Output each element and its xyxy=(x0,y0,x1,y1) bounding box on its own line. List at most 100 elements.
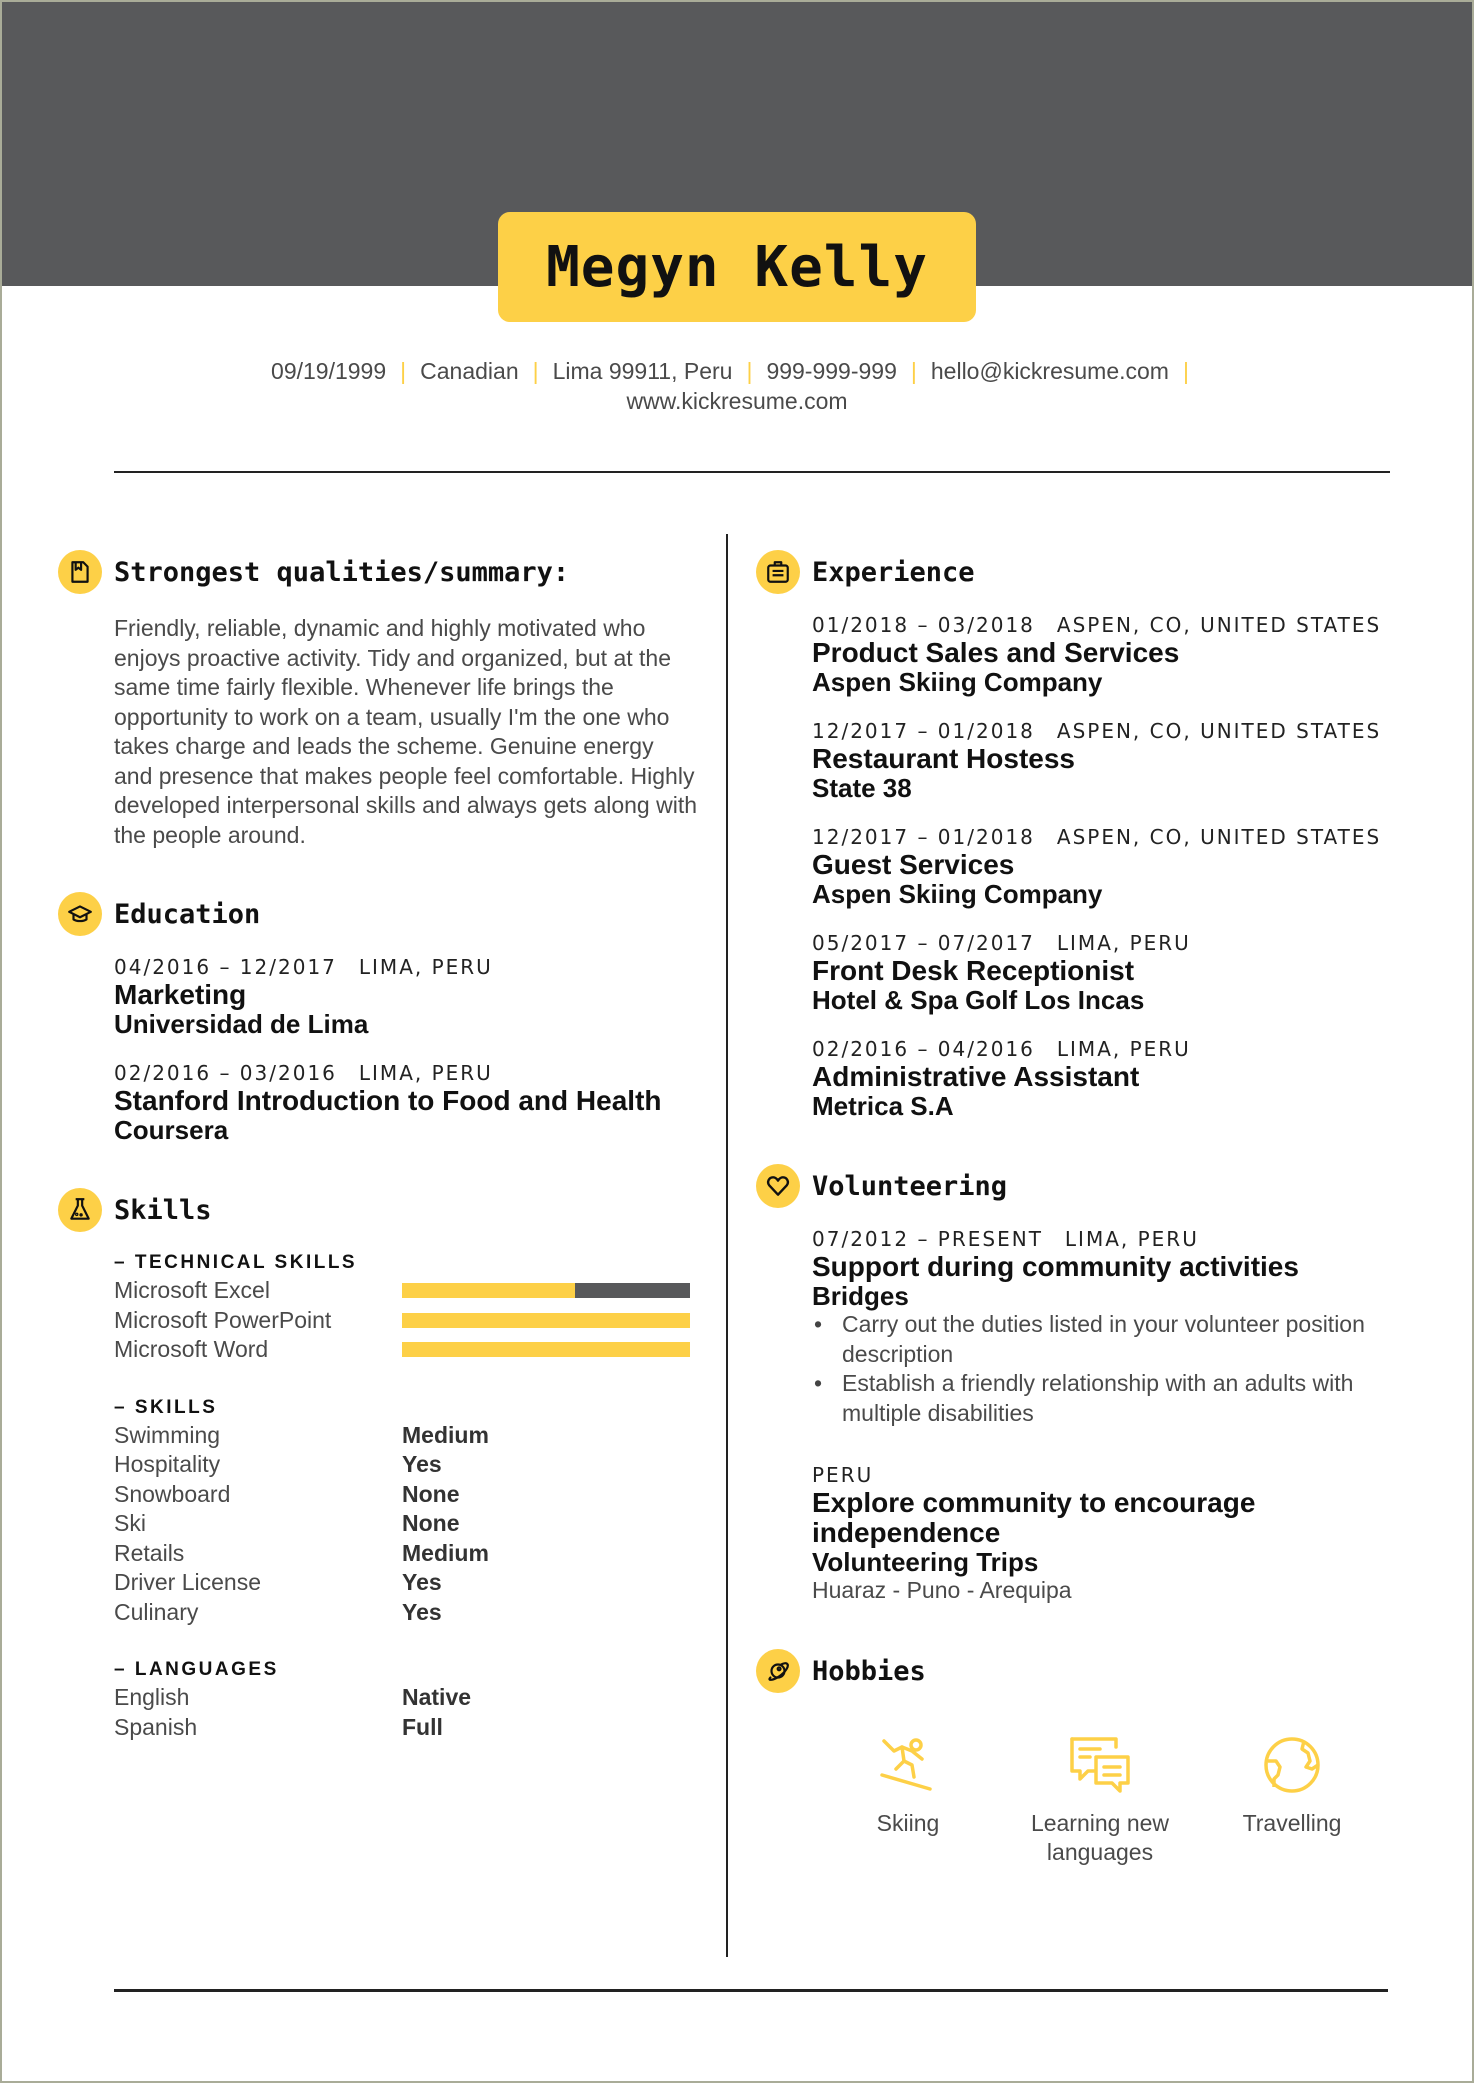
experience-entry: 12/2017 – 01/2018 ASPEN, CO, UNITED STATE… xyxy=(812,718,1396,802)
address: Lima 99911, Peru xyxy=(552,358,733,384)
divider-top xyxy=(114,471,1390,473)
phone: 999-999-999 xyxy=(766,358,897,384)
technical-skill-row: Microsoft PowerPoint xyxy=(114,1306,698,1336)
entry-meta: 05/2017 – 07/2017 LIMA, PERU xyxy=(812,930,1396,956)
skill-name: Microsoft PowerPoint xyxy=(114,1306,332,1333)
entry-dates: 04/2016 – 12/2017 xyxy=(114,955,337,979)
entry-title: Administrative Assistant xyxy=(812,1061,1140,1092)
entry-title: Support during community activities xyxy=(812,1251,1299,1282)
skill-level-bar xyxy=(402,1283,690,1299)
summary-section: Strongest qualities/summary: Friendly, r… xyxy=(58,548,698,850)
skill-level: Native xyxy=(402,1684,472,1711)
volunteering-entry: PERU Explore community to encourage inde… xyxy=(812,1462,1396,1605)
globe-icon xyxy=(1264,1737,1320,1793)
skill-name: Hospitality xyxy=(114,1451,221,1478)
education-entry: 04/2016 – 12/2017 LIMA, PERU Marketing Un… xyxy=(114,954,698,1038)
hobby-label: Skiing xyxy=(876,1810,940,1836)
language-row: Spanish Full xyxy=(114,1713,698,1743)
heart-icon xyxy=(756,1164,800,1208)
experience-entry: 05/2017 – 07/2017 LIMA, PERU Front Desk Re… xyxy=(812,930,1396,1014)
education-entry: 02/2016 – 03/2016 LIMA, PERU Stanford Int… xyxy=(114,1060,698,1144)
skill-name: Microsoft Word xyxy=(114,1336,269,1363)
bullet-item: Establish a friendly relationship with a… xyxy=(812,1369,1396,1428)
volunteering-entry: 07/2012 – PRESENT LIMA, PERU Support duri… xyxy=(812,1226,1396,1428)
skill-level: Medium xyxy=(402,1421,489,1448)
languages-list: English Native Spanish Full xyxy=(114,1683,698,1742)
entry-organization: Aspen Skiing Company xyxy=(812,879,1103,909)
volunteering-section: Volunteering 07/2012 – PRESENT LIMA, PERU… xyxy=(756,1162,1396,1605)
entry-location: PERU xyxy=(812,1463,874,1487)
skill-level: Full xyxy=(402,1713,443,1740)
entry-title: Product Sales and Services xyxy=(812,637,1180,668)
skill-level: Yes xyxy=(402,1569,442,1596)
entry-location: LIMA, PERU xyxy=(1056,931,1191,955)
entry-organization: Bridges xyxy=(812,1281,909,1311)
skill-name: English xyxy=(114,1684,190,1711)
snowboarder-icon xyxy=(880,1738,932,1791)
skill-row: Ski None xyxy=(114,1509,698,1539)
skill-name: Spanish xyxy=(114,1713,198,1740)
entry-title: Explore community to encourage independe… xyxy=(812,1487,1256,1548)
skill-name: Ski xyxy=(114,1510,146,1537)
entry-location: LIMA, PERU xyxy=(358,955,493,979)
entry-meta: 12/2017 – 01/2018 ASPEN, CO, UNITED STATE… xyxy=(812,718,1396,744)
graduation-cap-icon xyxy=(58,892,102,936)
column-divider xyxy=(726,534,728,1957)
entry-meta: 12/2017 – 01/2018 ASPEN, CO, UNITED STATE… xyxy=(812,824,1396,850)
skill-level-fill xyxy=(402,1283,575,1299)
skills-section: Skills – TECHNICAL SKILLS Microsoft Exce… xyxy=(58,1186,698,1742)
entry-organization: Hotel & Spa Golf Los Incas xyxy=(812,985,1145,1015)
left-column: Strongest qualities/summary: Friendly, r… xyxy=(58,548,698,1742)
skill-name: Snowboard xyxy=(114,1480,231,1507)
separator: | xyxy=(910,358,917,384)
skill-level-fill xyxy=(402,1312,690,1328)
divider-bottom xyxy=(114,1989,1388,1992)
name-badge: Megyn Kelly xyxy=(498,212,976,322)
entry-title: Guest Services xyxy=(812,849,1015,880)
entry-title: Restaurant Hostess xyxy=(812,743,1075,774)
hobby-label: Travelling xyxy=(1242,1810,1342,1836)
briefcase-icon xyxy=(756,550,800,594)
candidate-name: Megyn Kelly xyxy=(546,234,928,300)
hobby-label: Learning new languages xyxy=(1030,1810,1170,1865)
entry-dates: 05/2017 – 07/2017 xyxy=(812,931,1035,955)
right-column: Experience 01/2018 – 03/2018 ASPEN, CO, U… xyxy=(756,548,1396,1867)
entry-meta: 01/2018 – 03/2018 ASPEN, CO, UNITED STATE… xyxy=(812,612,1396,638)
skill-row: Driver License Yes xyxy=(114,1568,698,1598)
entry-location: LIMA, PERU xyxy=(1064,1227,1199,1251)
experience-list: 01/2018 – 03/2018 ASPEN, CO, UNITED STATE… xyxy=(812,612,1396,1120)
experience-section: Experience 01/2018 – 03/2018 ASPEN, CO, U… xyxy=(756,548,1396,1120)
entry-organization: Coursera xyxy=(114,1115,229,1145)
skill-name: Swimming xyxy=(114,1421,221,1448)
skill-level: None xyxy=(402,1510,460,1537)
section-title: Hobbies xyxy=(812,1655,926,1687)
bookmark-icon xyxy=(58,550,102,594)
chat-bubbles-icon xyxy=(1070,1737,1130,1793)
entry-location: LIMA, PERU xyxy=(358,1061,493,1085)
section-title: Skills xyxy=(114,1194,212,1226)
skill-row: Hospitality Yes xyxy=(114,1450,698,1480)
entry-location: LIMA, PERU xyxy=(1056,1037,1191,1061)
entry-location: ASPEN, CO, UNITED STATES xyxy=(1056,613,1382,637)
skill-row: Snowboard None xyxy=(114,1480,698,1510)
website-link[interactable]: www.kickresume.com xyxy=(626,388,847,414)
language-row: English Native xyxy=(114,1683,698,1713)
hobby-item: Learning new languages xyxy=(1004,1733,1196,1867)
hobby-item: Skiing xyxy=(812,1733,1004,1867)
skill-level: Yes xyxy=(402,1451,442,1478)
section-title: Strongest qualities/summary: xyxy=(114,556,570,588)
entry-organization: Metrica S.A xyxy=(812,1091,954,1121)
birth-date: 09/19/1999 xyxy=(271,358,387,384)
separator: | xyxy=(746,358,753,384)
skill-level-bar xyxy=(402,1342,690,1358)
flask-icon xyxy=(58,1188,102,1232)
skill-level: Yes xyxy=(402,1598,442,1625)
skills-heading: – SKILLS xyxy=(114,1396,218,1418)
entry-dates: 01/2018 – 03/2018 xyxy=(812,613,1035,637)
entry-organization: Aspen Skiing Company xyxy=(812,667,1103,697)
email-link[interactable]: hello@kickresume.com xyxy=(931,358,1169,384)
hobby-item: Travelling xyxy=(1196,1733,1388,1867)
entry-title: Front Desk Receptionist xyxy=(812,955,1135,986)
languages-heading: – LANGUAGES xyxy=(114,1659,279,1680)
skill-name: Microsoft Excel xyxy=(114,1277,270,1304)
